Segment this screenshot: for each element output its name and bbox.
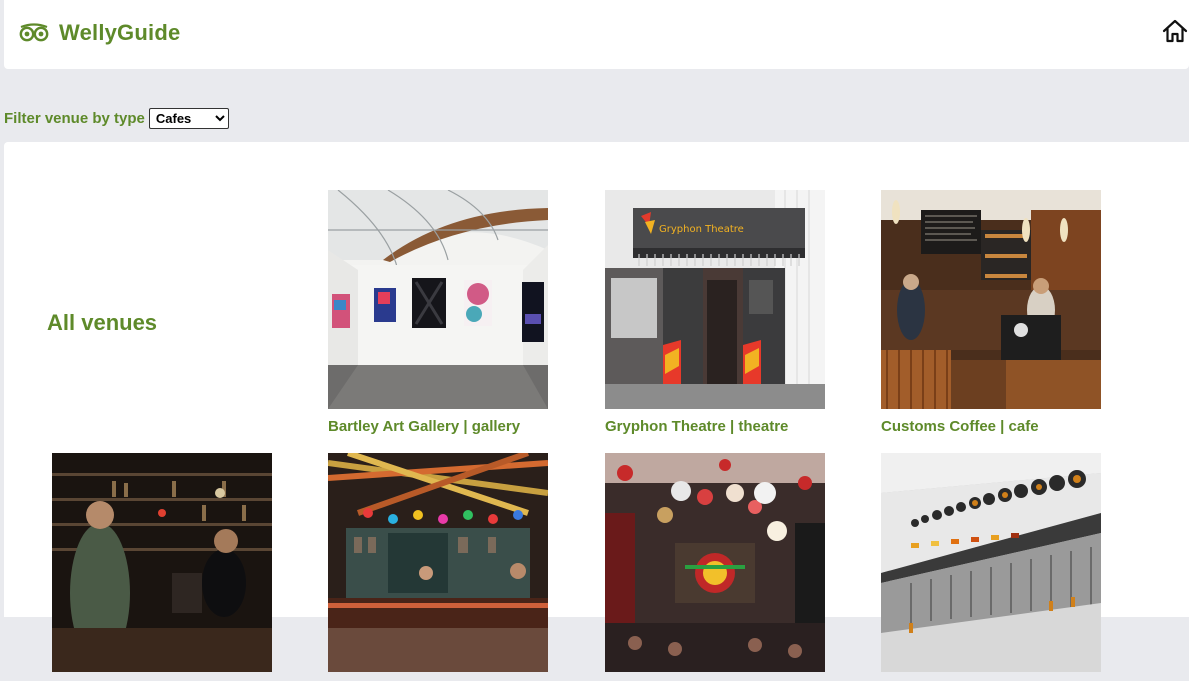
venue-image[interactable] [881,190,1101,409]
page-title: All venues [47,310,158,335]
venue-type-filter: Filter venue by type Cafes [4,108,229,129]
venue-image[interactable] [328,453,548,672]
svg-text:Gryphon Theatre: Gryphon Theatre [659,224,744,235]
venue-image[interactable] [52,453,272,672]
venue-image[interactable] [328,190,548,409]
filter-label: Filter venue by type [4,110,145,127]
venue-card[interactable]: Bartley Art Gallery | gallery [328,190,548,435]
venue-card[interactable] [52,453,272,681]
venue-caption[interactable]: Customs Coffee | cafe [881,418,1101,435]
brand-name: WellyGuide [59,20,181,45]
top-navigation-bar: WellyGuide [4,0,1189,69]
home-icon[interactable] [1161,17,1189,45]
venue-card[interactable]: Gryphon Theatre Gryphon Theatre | theatr… [605,190,825,435]
venue-caption[interactable]: Bartley Art Gallery | gallery [328,418,548,435]
venue-image[interactable] [881,453,1101,672]
brand[interactable]: WellyGuide [19,20,180,46]
venue-card[interactable] [328,453,548,681]
venue-card[interactable]: Customs Coffee | cafe [881,190,1101,435]
owl-eyes-icon [19,23,49,42]
venue-card[interactable] [605,453,825,681]
venue-type-select[interactable]: Cafes [148,108,229,129]
venue-image[interactable] [605,453,825,672]
venue-image[interactable]: Gryphon Theatre [605,190,825,409]
venue-card[interactable] [881,453,1101,681]
venue-caption[interactable]: Gryphon Theatre | theatre [605,418,825,435]
